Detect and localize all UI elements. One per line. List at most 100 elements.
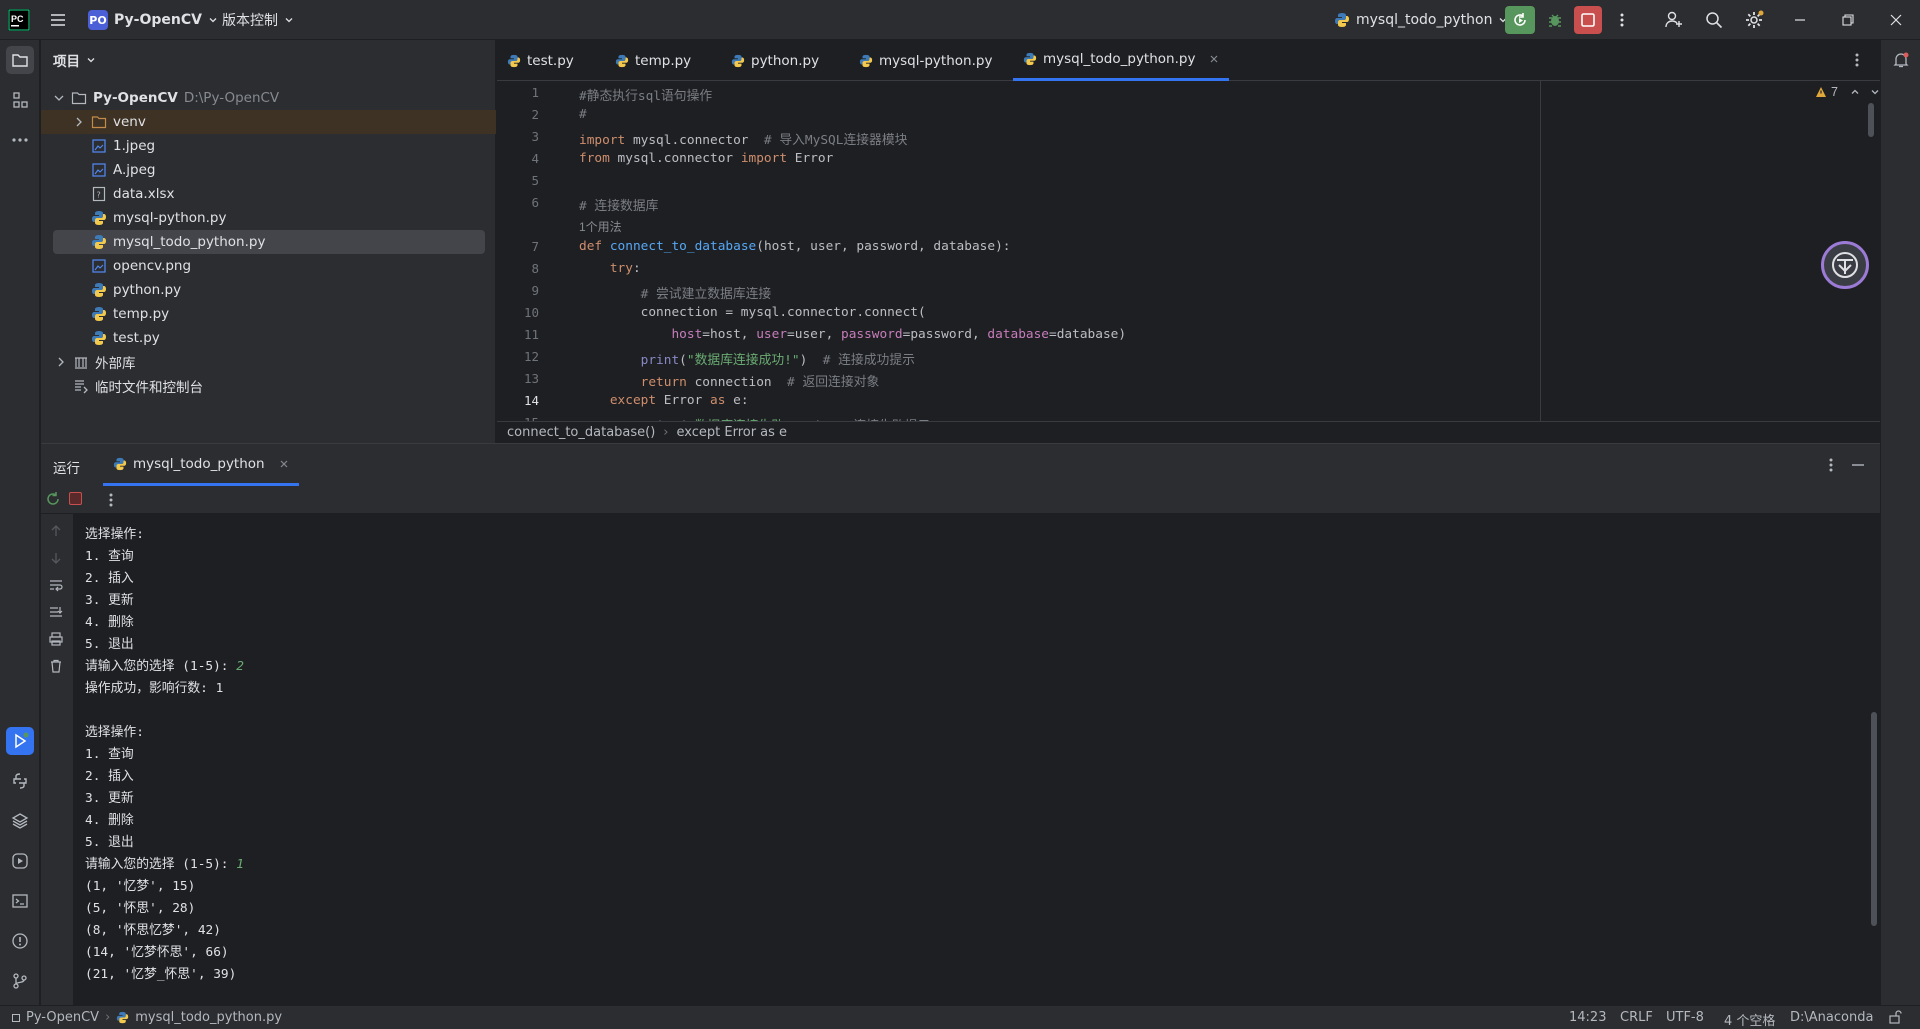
tab-temp-py[interactable]: temp.py (605, 40, 701, 81)
scroll-down-button[interactable] (49, 551, 63, 565)
gear-icon (1746, 10, 1764, 28)
status-file: mysql_todo_python.py (135, 1010, 283, 1025)
usage-hint[interactable]: 1个用法 (579, 218, 622, 235)
services-button[interactable] (6, 847, 34, 875)
clear-console-button[interactable] (49, 659, 63, 673)
tree-item-temp-py[interactable]: temp.py (41, 302, 496, 326)
console-scrollbar[interactable] (1871, 712, 1877, 926)
python-interpreter[interactable]: D:\Anaconda (1790, 1010, 1873, 1025)
line-separator[interactable]: CRLF (1620, 1010, 1653, 1025)
python-file-icon (92, 211, 106, 225)
line-number: 11 (523, 327, 539, 342)
file-encoding[interactable]: UTF-8 (1666, 1010, 1704, 1025)
tabs-more-button[interactable] (1855, 52, 1859, 68)
print-button[interactable] (49, 632, 63, 646)
ai-assistant-avatar[interactable] (1821, 241, 1869, 289)
run-tab[interactable]: mysql_todo_python (103, 444, 299, 486)
search-button[interactable] (1705, 6, 1723, 34)
tree-item-mysql-python[interactable]: mysql-python.py (41, 206, 496, 230)
tree-item-1-jpeg[interactable]: 1.jpeg (41, 134, 496, 158)
tab-test-py[interactable]: test.py (497, 40, 584, 81)
stop-button[interactable] (69, 492, 82, 505)
tree-item-python-py[interactable]: python.py (41, 278, 496, 302)
tab-python-py[interactable]: python.py (721, 40, 829, 81)
rerun-button[interactable] (1505, 6, 1535, 34)
hide-panel-button[interactable] (1851, 459, 1865, 471)
breadcrumb-item[interactable]: connect_to_database() (507, 425, 655, 440)
git-button[interactable] (6, 967, 34, 995)
chevron-up-icon[interactable] (1850, 87, 1860, 97)
restore-button[interactable] (1842, 6, 1854, 34)
tree-item-scratches[interactable]: 临时文件和控制台 (41, 374, 496, 398)
search-icon (1706, 12, 1723, 29)
close-tab-icon[interactable] (1209, 54, 1219, 64)
code-editor[interactable]: 1 2 3 4 5 6 7 8 9 10 11 12 13 14 15 #静态执… (497, 81, 1880, 421)
more-horizontal-icon (12, 138, 28, 142)
caret-position[interactable]: 14:23 (1569, 1010, 1606, 1025)
arrow-down-icon (51, 553, 61, 564)
terminal-button[interactable] (6, 887, 34, 915)
inspection-widget[interactable]: 7 (1815, 85, 1880, 99)
console-line: (1, '忆梦', 15) (85, 879, 196, 894)
code-line: host=host, user=user, password=password,… (671, 327, 1127, 342)
debug-button[interactable] (1542, 6, 1568, 34)
code-line: import mysql.connector # 导入MySQL连接器模块 (579, 133, 908, 148)
run-tool-button[interactable] (6, 727, 34, 755)
structure-icon (13, 92, 28, 108)
close-window-button[interactable] (1890, 6, 1902, 34)
structure-tool-button[interactable] (6, 86, 34, 114)
scroll-up-button[interactable] (49, 524, 63, 538)
problems-button[interactable] (6, 927, 34, 955)
rerun-button[interactable] (45, 491, 61, 507)
minimize-button[interactable] (1794, 6, 1806, 34)
tree-item-mysql-todo-python[interactable]: mysql_todo_python.py (53, 230, 485, 254)
console-user-input: 1 (236, 857, 244, 872)
tree-item-test-py[interactable]: test.py (41, 326, 496, 350)
stop-button[interactable] (1574, 6, 1602, 34)
close-tab-icon[interactable] (279, 459, 289, 469)
breadcrumb-item[interactable]: except Error as e (677, 425, 788, 440)
status-breadcrumb[interactable]: Py-OpenCV › mysql_todo_python.py (12, 1010, 282, 1025)
python-console-button[interactable] (6, 767, 34, 795)
stop-icon (1581, 13, 1595, 27)
tree-item-label: A.jpeg (113, 162, 156, 178)
tree-item-external-libs[interactable]: 外部库 (41, 350, 496, 374)
scroll-to-end-button[interactable] (49, 605, 63, 619)
python-packages-button[interactable] (6, 807, 34, 835)
run-config-selector[interactable]: mysql_todo_python (1334, 6, 1508, 34)
main-menu-button[interactable] (48, 6, 68, 34)
console-line: 3. 更新 (85, 791, 134, 806)
code-line: except Error as e: (609, 393, 749, 408)
vcs-menu[interactable]: 版本控制 (222, 6, 294, 34)
project-tool-button[interactable] (6, 46, 34, 74)
tree-item-data-xlsx[interactable]: ? data.xlsx (41, 182, 496, 206)
line-number: 12 (523, 349, 539, 364)
tree-root[interactable]: Py-OpenCV D:\Py-OpenCV (41, 86, 496, 110)
scratches-icon (75, 380, 88, 394)
chevron-down-icon (54, 95, 64, 101)
tree-item-venv[interactable]: venv (41, 110, 496, 134)
project-switcher[interactable]: PO Py-OpenCV (88, 6, 218, 34)
lock-button[interactable] (1888, 1010, 1902, 1024)
tree-item-opencv-png[interactable]: opencv.png (41, 254, 496, 278)
soft-wrap-button[interactable] (49, 578, 63, 592)
editor-scrollbar[interactable] (1868, 103, 1874, 137)
indent-setting[interactable]: 4 个空格 (1724, 1010, 1775, 1029)
run-panel-header: 运行 mysql_todo_python (41, 444, 1880, 486)
more-tools-button[interactable] (6, 126, 34, 154)
tab-mysql-python-py[interactable]: mysql-python.py (849, 40, 1002, 81)
rerun-icon (1514, 13, 1526, 26)
tab-mysql-todo-python-py[interactable]: mysql_todo_python.py (1013, 40, 1230, 81)
chevron-down-icon[interactable] (1870, 87, 1880, 97)
project-badge: PO (88, 10, 108, 30)
settings-button[interactable] (1744, 6, 1764, 34)
chevron-down-icon (285, 18, 293, 23)
run-toolbar-more-button[interactable] (109, 492, 113, 508)
project-panel-header[interactable]: 项目 (53, 50, 96, 70)
tree-item-a-jpeg[interactable]: A.jpeg (41, 158, 496, 182)
notifications-button[interactable] (1887, 46, 1915, 74)
add-user-button[interactable] (1664, 6, 1684, 34)
more-actions-button[interactable] (1614, 6, 1630, 34)
run-panel-options-button[interactable] (1829, 457, 1833, 473)
console-output[interactable]: 选择操作: 1. 查询 2. 插入 3. 更新 4. 删除 5. 退出 请输入您… (85, 524, 1865, 1006)
